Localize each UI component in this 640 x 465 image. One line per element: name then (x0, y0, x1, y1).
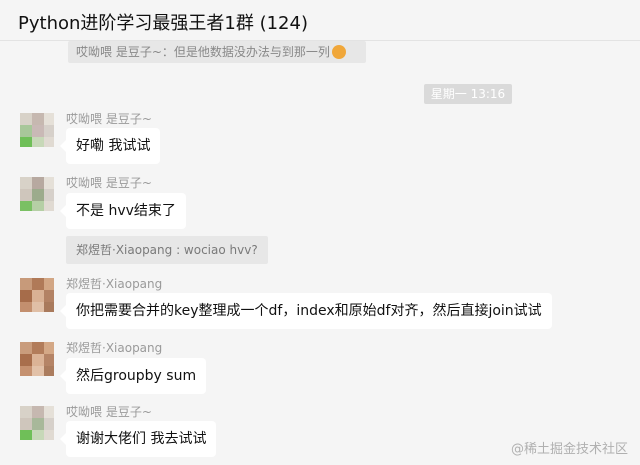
avatar-pixel (32, 177, 44, 189)
avatar-pixel (20, 366, 32, 376)
sender-name: 郑煜哲·Xiaopang (66, 277, 163, 291)
avatar-pixel (32, 366, 44, 376)
avatar-pixel (44, 302, 54, 312)
avatar-pixel (20, 189, 32, 201)
quoted-message-text: 哎呦喂 是豆子~：但是他数据没办法与到那一列 (76, 45, 330, 59)
avatar-pixel (20, 418, 32, 430)
avatar-pixel (44, 366, 54, 376)
avatar-pixel (20, 406, 32, 418)
avatar-pixel (32, 342, 44, 354)
message-bubble[interactable]: 你把需要合并的key整理成一个df，index和原始df对齐，然后直接join试… (60, 293, 552, 329)
sender-name: 哎呦喂 是豆子~ (66, 176, 152, 190)
avatar-pixel (20, 430, 32, 440)
avatar[interactable] (20, 406, 54, 440)
message-bubble[interactable]: 好嘞 我试试 (59, 128, 161, 164)
sender-name: 郑煜哲·Xiaopang (66, 341, 163, 355)
message-bubble[interactable]: 不是 hvv结束了 (60, 193, 186, 229)
avatar-pixel (44, 342, 54, 354)
sender-name: 哎呦喂 是豆子~ (66, 112, 152, 126)
avatar-pixel (44, 113, 54, 125)
avatar-pixel (20, 278, 32, 290)
avatar-pixel (44, 354, 54, 366)
avatar-pixel (20, 125, 32, 137)
sender-name: 哎呦喂 是豆子~ (66, 405, 152, 419)
avatar-pixel (44, 406, 54, 418)
avatar-pixel (32, 201, 44, 211)
timestamp: 星期一 13:16 (424, 84, 512, 104)
avatar-pixel (32, 418, 44, 430)
avatar-pixel (20, 177, 32, 189)
avatar-pixel (32, 406, 44, 418)
avatar-pixel (32, 430, 44, 440)
avatar-pixel (20, 201, 32, 211)
avatar-pixel (32, 302, 44, 312)
avatar-pixel (32, 125, 44, 137)
avatar-pixel (32, 189, 44, 201)
title-bar: Python进阶学习最强王者1群 (124) (0, 0, 640, 41)
avatar-pixel (20, 302, 32, 312)
emoji-icon (331, 45, 346, 59)
avatar-pixel (20, 137, 32, 147)
avatar-pixel (44, 201, 54, 211)
avatar-pixel (32, 113, 44, 125)
message-bubble[interactable]: 然后groupby sum (59, 358, 207, 394)
avatar-pixel (44, 189, 54, 201)
quoted-message[interactable]: 哎呦喂 是豆子~：但是他数据没办法与到那一列 (68, 41, 366, 63)
avatar-pixel (44, 137, 54, 147)
avatar-pixel (44, 418, 54, 430)
avatar-pixel (20, 342, 32, 354)
avatar-pixel (20, 113, 32, 125)
avatar-pixel (32, 278, 44, 290)
avatar-pixel (32, 137, 44, 147)
avatar[interactable] (20, 342, 54, 376)
quoted-message[interactable]: 郑煜哲·Xiaopang : wociao hvv? (66, 236, 268, 264)
avatar-pixel (44, 290, 54, 302)
avatar-pixel (32, 354, 44, 366)
avatar-pixel (20, 290, 32, 302)
avatar[interactable] (20, 278, 54, 312)
watermark: @稀土掘金技术社区 (510, 442, 628, 457)
message-bubble[interactable]: 谢谢大佬们 我去试试 (59, 421, 217, 457)
avatar-pixel (44, 430, 54, 440)
avatar[interactable] (20, 177, 54, 211)
avatar-pixel (44, 177, 54, 189)
avatar-pixel (44, 125, 54, 137)
avatar-pixel (44, 278, 54, 290)
avatar[interactable] (20, 113, 54, 147)
chat-title: Python进阶学习最强王者1群 (124) (18, 13, 308, 34)
avatar-pixel (32, 290, 44, 302)
avatar-pixel (20, 354, 32, 366)
